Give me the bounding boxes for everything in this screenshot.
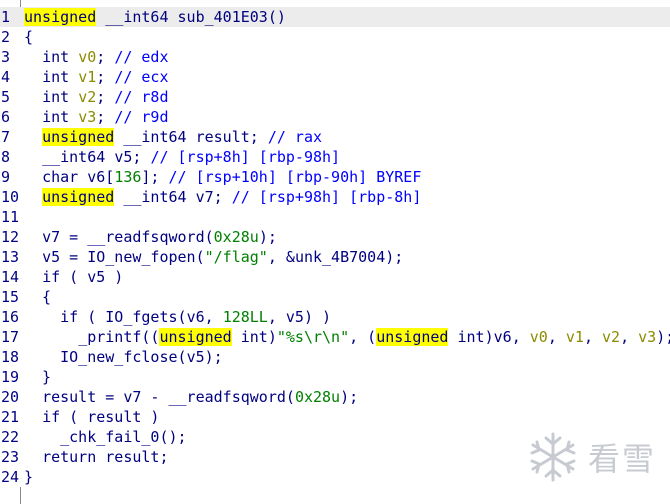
line-number: 7: [0, 127, 21, 147]
line-number: 22: [0, 427, 21, 447]
line-number: 5: [0, 87, 21, 107]
code-line[interactable]: 13 v5 = IO_new_fopen("/flag", &unk_4B700…: [0, 247, 670, 267]
line-code: if ( result ): [42, 408, 160, 426]
line-number: 24: [0, 467, 21, 487]
line-code: _chk_fail_0();: [60, 428, 187, 446]
code-line[interactable]: 21 if ( result ): [0, 407, 670, 427]
line-code: __int64 v5; // [rsp+8h] [rbp-98h]: [42, 148, 341, 166]
line-number: 23: [0, 447, 21, 467]
line-code: {: [24, 28, 34, 46]
code-line[interactable]: 18 IO_new_fclose(v5);: [0, 347, 670, 367]
line-code: }: [24, 468, 34, 486]
line-code: unsigned __int64 v7; // [rsp+98h] [rbp-8…: [42, 188, 422, 206]
line-number: 11: [0, 207, 21, 227]
line-number: 8: [0, 147, 21, 167]
line-number: 13: [0, 247, 21, 267]
line-code: int v1; // ecx: [42, 68, 169, 86]
line-number: 1: [0, 7, 21, 27]
line-number: 10: [0, 187, 21, 207]
line-code: unsigned __int64 result; // rax: [42, 128, 323, 146]
code-line[interactable]: 16 if ( IO_fgets(v6, 128LL, v5) ): [0, 307, 670, 327]
code-line[interactable]: 1 unsigned __int64 sub_401E03(): [0, 7, 670, 27]
line-number: 20: [0, 387, 21, 407]
line-code: return result;: [42, 448, 169, 466]
line-code: unsigned __int64 sub_401E03(): [24, 8, 286, 26]
line-number: 14: [0, 267, 21, 287]
code-line[interactable]: 17 _printf((unsigned int)"%s\r\n", (unsi…: [0, 327, 670, 347]
code-line[interactable]: 10 unsigned __int64 v7; // [rsp+98h] [rb…: [0, 187, 670, 207]
code-line[interactable]: 8 __int64 v5; // [rsp+8h] [rbp-98h]: [0, 147, 670, 167]
code-line[interactable]: 14 if ( v5 ): [0, 267, 670, 287]
line-code: _printf((unsigned int)"%s\r\n", (unsigne…: [78, 328, 670, 346]
pseudocode-editor[interactable]: 1 unsigned __int64 sub_401E03() 2{3 int v0…: [0, 0, 670, 504]
code-line[interactable]: 12 v7 = __readfsqword(0x28u);: [0, 227, 670, 247]
line-number: 19: [0, 367, 21, 387]
line-number: 17: [0, 327, 21, 347]
code-line[interactable]: 2{: [0, 27, 670, 47]
code-line[interactable]: 5 int v2; // r8d: [0, 87, 670, 107]
line-code: v7 = __readfsqword(0x28u);: [42, 228, 277, 246]
snowflake-icon: [530, 432, 576, 482]
line-number: 9: [0, 167, 21, 187]
code-line[interactable]: 15 {: [0, 287, 670, 307]
line-code: {: [24, 288, 52, 306]
line-number: 16: [0, 307, 21, 327]
line-number: 6: [0, 107, 21, 127]
code-line[interactable]: 6 int v3; // r9d: [0, 107, 670, 127]
line-code: int v0; // edx: [42, 48, 169, 66]
code-line[interactable]: 4 int v1; // ecx: [0, 67, 670, 87]
line-number: 15: [0, 287, 21, 307]
code-line[interactable]: 9 char v6[136]; // [rsp+10h] [rbp-90h] B…: [0, 167, 670, 187]
line-code: }: [24, 368, 52, 386]
line-code: v5 = IO_new_fopen("/flag", &unk_4B7004);: [42, 248, 404, 266]
line-code: int v2; // r8d: [42, 88, 169, 106]
code-line[interactable]: 19 }: [0, 367, 670, 387]
watermark-text: 看雪: [587, 440, 656, 478]
line-code: if ( IO_fgets(v6, 128LL, v5) ): [60, 308, 332, 326]
watermark: 看雪: [526, 430, 656, 484]
line-code: int v3; // r9d: [42, 108, 169, 126]
line-code: IO_new_fclose(v5);: [60, 348, 223, 366]
line-number: 12: [0, 227, 21, 247]
code-line[interactable]: 7 unsigned __int64 result; // rax: [0, 127, 670, 147]
code-line[interactable]: 20 result = v7 - __readfsqword(0x28u);: [0, 387, 670, 407]
code-line[interactable]: 11: [0, 207, 670, 227]
line-number: 4: [0, 67, 21, 87]
line-number: 3: [0, 47, 21, 67]
line-number: 21: [0, 407, 21, 427]
code-line[interactable]: 3 int v0; // edx: [0, 47, 670, 67]
line-code: if ( v5 ): [42, 268, 124, 286]
line-number: 18: [0, 347, 21, 367]
line-code: result = v7 - __readfsqword(0x28u);: [42, 388, 359, 406]
line-code: char v6[136]; // [rsp+10h] [rbp-90h] BYR…: [42, 168, 422, 186]
line-number: 2: [0, 27, 21, 47]
